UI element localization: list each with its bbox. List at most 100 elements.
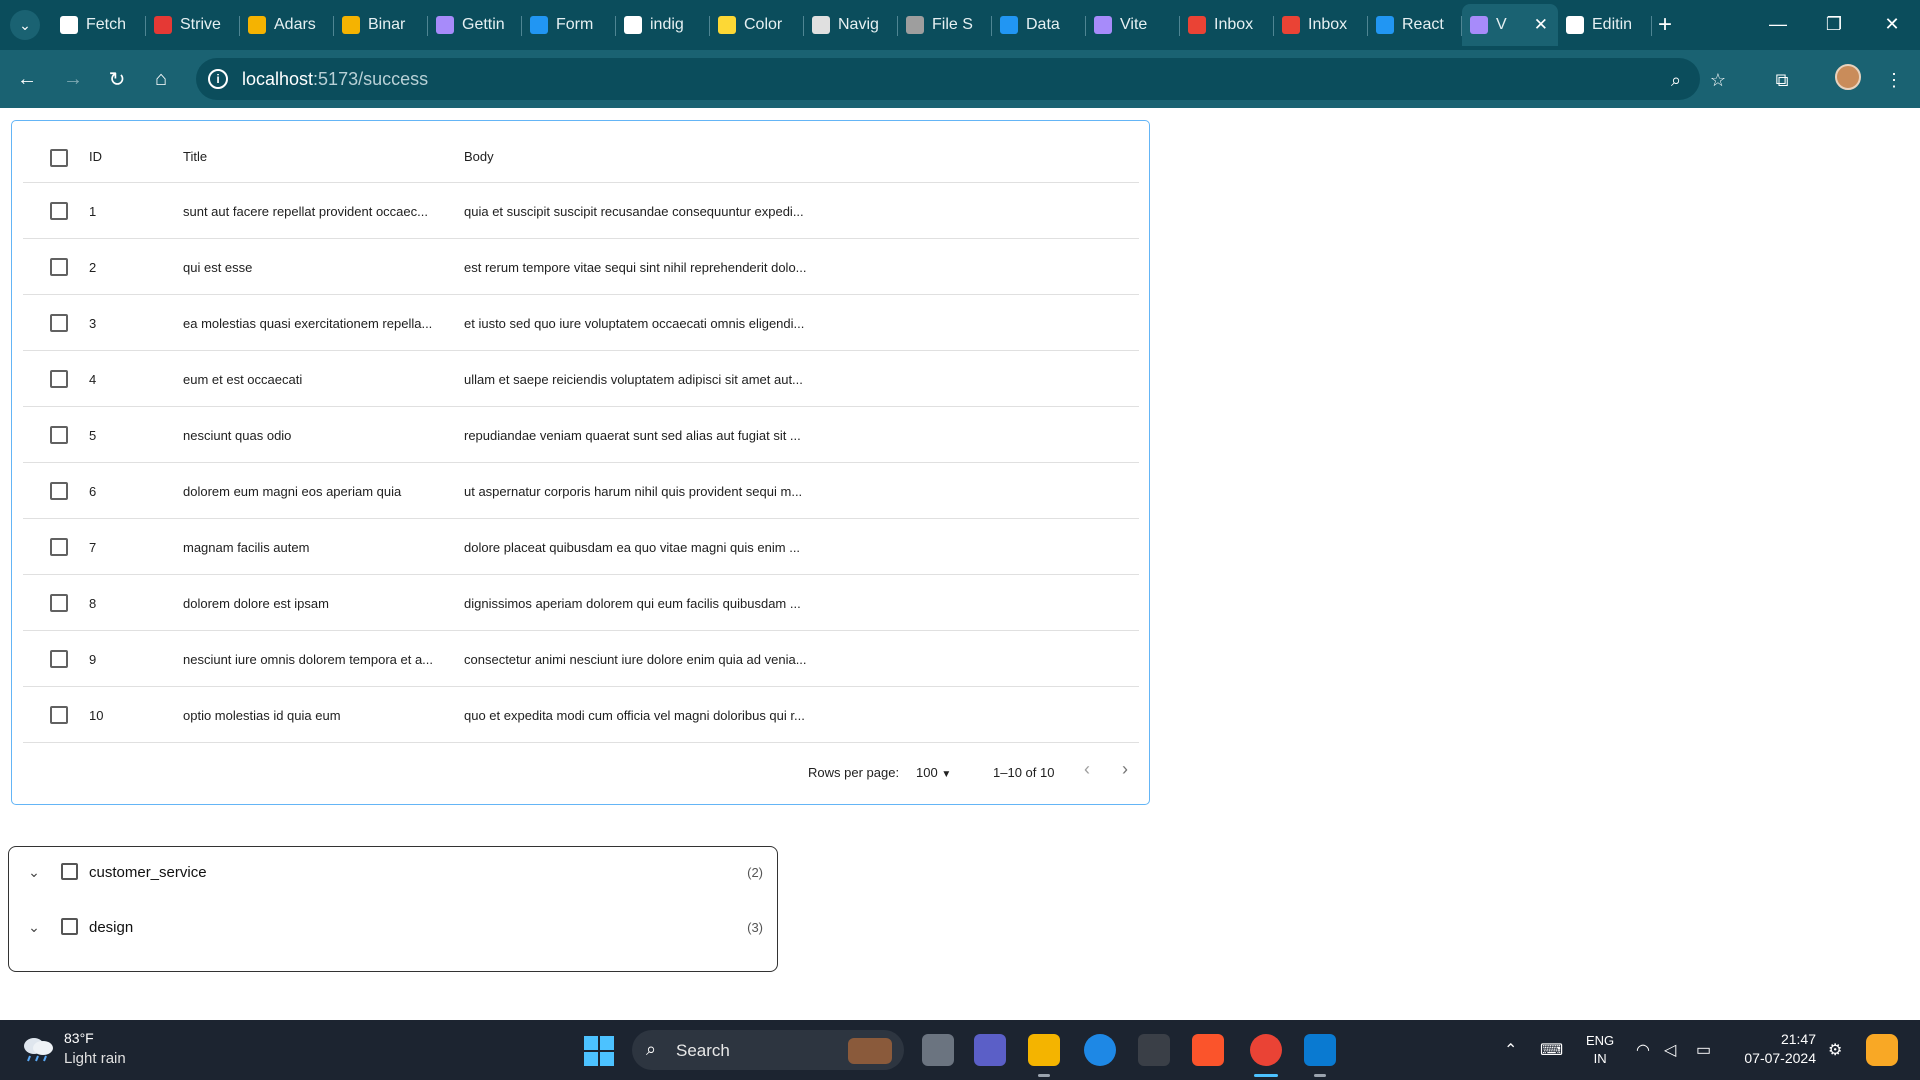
tab-label: Strive [180,16,221,33]
tab-label: React [1402,16,1444,33]
settings-gear-icon[interactable]: ⚙ [1828,1040,1842,1060]
browser-tab[interactable]: V ✕ [1462,4,1558,46]
browser-tab[interactable]: Strive [146,4,240,46]
keyboard-icon[interactable]: ⌨ [1540,1040,1563,1060]
bookmark-star-icon[interactable]: ☆ [1706,68,1730,92]
next-page-icon[interactable]: › [1122,759,1128,780]
vscode-icon[interactable] [1304,1034,1336,1066]
teams-icon[interactable] [974,1034,1006,1066]
browser-tab[interactable]: React [1368,4,1462,46]
weather-temperature[interactable]: 83°F [64,1030,94,1046]
input-language[interactable]: ENG IN [1586,1032,1614,1068]
row-checkbox[interactable] [50,650,68,668]
browser-menu-icon[interactable]: ⋮ [1882,68,1906,92]
browser-tab[interactable]: Binar [334,4,428,46]
column-header-id[interactable]: ID [89,149,102,164]
tab-search-chevron-icon[interactable]: ⌄ [10,10,40,40]
previous-page-icon[interactable]: ‹ [1084,759,1090,780]
row-checkbox[interactable] [50,594,68,612]
tab-label: Binar [368,16,406,33]
copilot-icon[interactable] [1866,1034,1898,1066]
table-row[interactable]: 3 ea molestias quasi exercitationem repel… [23,295,1139,351]
taskbar-search[interactable]: ⌕ Search [632,1030,904,1070]
battery-icon[interactable]: ▭ [1696,1040,1711,1060]
home-icon[interactable]: ⌂ [146,64,176,94]
brave-icon[interactable] [1192,1034,1224,1066]
tree-item-checkbox[interactable] [61,863,78,880]
rows-per-page-select[interactable]: 100 ▼ [916,765,951,780]
tree-item-1[interactable]: ⌄ design (3) [9,902,777,954]
table-row[interactable]: 6 dolorem eum magni eos aperiam quia ut as… [23,463,1139,519]
forward-arrow-icon[interactable]: → [58,64,88,94]
extensions-icon[interactable]: ⧉ [1770,68,1794,92]
new-tab-button[interactable]: + [1650,10,1680,40]
start-windows-icon[interactable] [584,1036,614,1066]
cell-title: sunt aut facere repellat provident occae… [183,204,428,219]
row-checkbox[interactable] [50,202,68,220]
tree-item-0[interactable]: ⌄ customer_service (2) [9,847,777,899]
tray-chevron-icon[interactable]: ⌃ [1504,1040,1517,1060]
row-checkbox[interactable] [50,314,68,332]
row-checkbox[interactable] [50,370,68,388]
select-all-checkbox[interactable] [50,149,68,167]
minimize-icon[interactable]: — [1758,6,1798,42]
browser-tab[interactable]: Inbox [1180,4,1274,46]
url-text[interactable]: localhost:5173/success [242,69,428,90]
expand-chevron-icon[interactable]: ⌄ [25,918,43,936]
table-row[interactable]: 4 eum et est occaecati ullam et saepe reic… [23,351,1139,407]
browser-tab[interactable]: Gettin [428,4,522,46]
row-checkbox[interactable] [50,426,68,444]
browser-tab[interactable]: Form [522,4,616,46]
browser-tab[interactable]: Fetch [52,4,146,46]
table-row[interactable]: 2 qui est esse est rerum tempore vitae seq… [23,239,1139,295]
table-row[interactable]: 8 dolorem dolore est ipsam dignissimos ape… [23,575,1139,631]
volume-icon[interactable]: ◁ [1664,1040,1676,1060]
grid-footer: Rows per page: 100 ▼ 1–10 of 10 ‹ › [23,746,1139,796]
cell-id: 5 [89,428,97,443]
row-checkbox[interactable] [50,258,68,276]
weather-description[interactable]: Light rain [64,1050,126,1067]
clock[interactable]: 21:47 07-07-2024 [1738,1030,1816,1068]
column-header-title[interactable]: Title [183,149,207,164]
back-arrow-icon[interactable]: ← [12,64,42,94]
browser-tab[interactable]: Navig [804,4,898,46]
tab-favicon-icon [60,16,78,34]
restore-icon[interactable]: ❐ [1814,6,1854,42]
browser-tab[interactable]: indig [616,4,710,46]
table-row[interactable]: 5 nesciunt quas odio repudiandae veniam qu… [23,407,1139,463]
browser-tab[interactable]: Data [992,4,1086,46]
site-info-icon[interactable]: i [208,69,228,89]
tab-label: V [1496,16,1507,33]
profile-avatar[interactable] [1835,64,1861,90]
table-row[interactable]: 9 nesciunt iure omnis dolorem tempora et … [23,631,1139,687]
browser-tab[interactable]: Editin [1558,4,1652,46]
expand-chevron-icon[interactable]: ⌄ [25,863,43,881]
task-view-icon[interactable] [922,1034,954,1066]
reload-icon[interactable]: ↻ [102,64,132,94]
file-explorer-icon[interactable] [1028,1034,1060,1066]
row-checkbox[interactable] [50,482,68,500]
browser-tab[interactable]: Inbox [1274,4,1368,46]
table-row[interactable]: 7 magnam facilis autem dolore placeat quib… [23,519,1139,575]
wifi-icon[interactable]: ◠ [1636,1040,1650,1060]
tab-label: File S [932,16,973,33]
tab-close-icon[interactable]: ✕ [1534,15,1548,35]
row-checkbox[interactable] [50,538,68,556]
column-header-body[interactable]: Body [464,149,494,164]
chrome-icon[interactable] [1250,1034,1282,1066]
browser-tab[interactable]: File S [898,4,992,46]
tree-item-checkbox[interactable] [61,918,78,935]
edge-icon[interactable] [1084,1034,1116,1066]
zoom-icon[interactable]: ⌕ [1664,68,1688,92]
table-row[interactable]: 1 sunt aut facere repellat provident occa… [23,183,1139,239]
browser-tab[interactable]: Adars [240,4,334,46]
address-bar[interactable]: i localhost:5173/success ⌕ [196,58,1700,100]
cell-id: 7 [89,540,97,555]
table-row[interactable]: 10 optio molestias id quia eum quo et expe… [23,687,1139,743]
browser-tab[interactable]: Color [710,4,804,46]
rain-cloud-icon[interactable] [20,1034,56,1062]
window-close-icon[interactable]: ✕ [1872,6,1912,42]
row-checkbox[interactable] [50,706,68,724]
browser-tab[interactable]: Vite [1086,4,1180,46]
microsoft-store-icon[interactable] [1138,1034,1170,1066]
